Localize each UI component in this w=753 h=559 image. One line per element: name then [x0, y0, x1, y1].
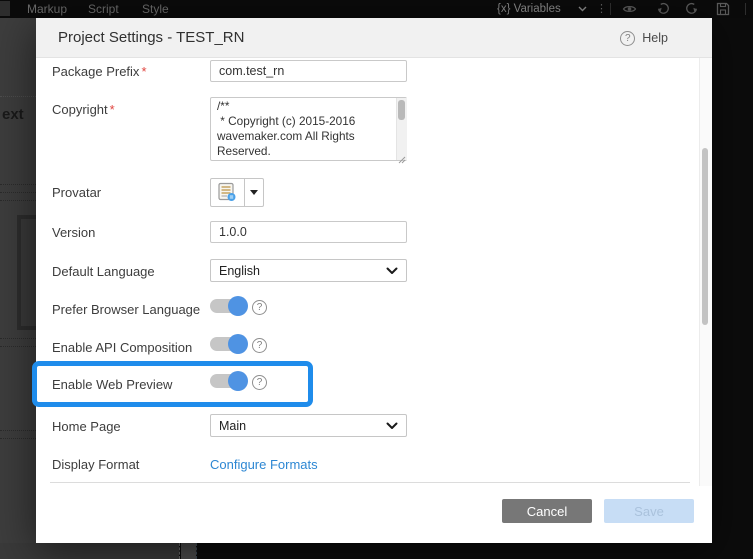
copyright-textarea[interactable]: /** * Copyright (c) 2015-2016 wavemaker.… [210, 97, 407, 161]
textarea-resize-grip[interactable] [398, 151, 406, 169]
canvas-bottom-divider [181, 543, 196, 559]
copyright-label: Copyright* [52, 102, 115, 117]
provatar-image-button[interactable] [210, 178, 245, 207]
canvas-guide-line [0, 96, 36, 97]
canvas-guide-line [0, 346, 36, 347]
provatar-icon [217, 182, 238, 203]
cancel-button[interactable]: Cancel [502, 499, 592, 523]
home-page-select[interactable]: Main [210, 414, 407, 437]
label-text: Copyright [52, 102, 108, 117]
canvas-bottom-area [0, 543, 179, 559]
canvas-guide-line [0, 200, 36, 201]
design-canvas-strip: ext [0, 18, 36, 559]
home-page-label: Home Page [52, 419, 121, 434]
canvas-guide-line [0, 184, 36, 185]
tab-style[interactable]: Style [142, 0, 169, 18]
required-marker: * [141, 64, 146, 79]
prefer-browser-language-label: Prefer Browser Language [52, 302, 200, 317]
version-label: Version [52, 225, 95, 240]
selected-value: Main [219, 419, 246, 433]
prefer-browser-language-help-icon[interactable]: ? [252, 297, 267, 315]
ide-logo [0, 1, 10, 16]
prefer-browser-language-toggle[interactable] [210, 299, 246, 313]
canvas-dashed-edge [196, 543, 197, 559]
configure-formats-link[interactable]: Configure Formats [210, 457, 318, 472]
dialog-header: Project Settings - TEST_RN ? Help [36, 18, 712, 58]
canvas-guide-line [0, 338, 36, 339]
help-button[interactable]: ? Help [620, 18, 668, 58]
question-mark: ? [252, 338, 267, 353]
default-language-select[interactable]: English [210, 259, 407, 282]
undo-icon[interactable] [656, 2, 671, 16]
question-mark: ? [252, 375, 267, 390]
enable-web-preview-toggle[interactable] [210, 374, 246, 388]
textarea-scrollbar-thumb[interactable] [398, 100, 405, 120]
toolbar-divider [610, 3, 611, 15]
package-prefix-label: Package Prefix* [52, 64, 147, 79]
dialog-scrollbar-thumb[interactable] [702, 148, 708, 325]
chevron-down-icon [386, 267, 398, 275]
enable-api-composition-toggle[interactable] [210, 337, 246, 351]
tab-markup[interactable]: Markup [27, 0, 67, 18]
canvas-guide-line [0, 192, 36, 193]
canvas-widget-placeholder [17, 215, 36, 330]
enable-web-preview-label: Enable Web Preview [52, 377, 172, 392]
canvas-guide-line [0, 438, 36, 439]
enable-api-composition-help-icon[interactable]: ? [252, 335, 267, 353]
variables-menu[interactable]: {x} Variables [497, 0, 561, 18]
caret-down-icon [250, 190, 258, 195]
redo-icon[interactable] [684, 2, 699, 16]
canvas-text: ext [2, 106, 24, 123]
toolbar-divider [745, 3, 746, 15]
help-circle-icon: ? [620, 31, 635, 46]
required-marker: * [110, 102, 115, 117]
footer-divider [50, 482, 690, 483]
question-mark: ? [252, 300, 267, 315]
package-prefix-input[interactable] [210, 60, 407, 82]
default-language-label: Default Language [52, 264, 155, 279]
save-button[interactable]: Save [604, 499, 694, 523]
dialog-title: Project Settings - TEST_RN [58, 18, 244, 58]
ide-topbar: Markup Script Style {x} Variables ⋮ [0, 0, 753, 18]
canvas-guide-line [0, 430, 36, 431]
enable-web-preview-help-icon[interactable]: ? [252, 372, 267, 390]
kebab-menu-icon[interactable]: ⋮ [594, 2, 609, 16]
tab-script[interactable]: Script [88, 0, 119, 18]
preview-eye-icon[interactable] [622, 2, 637, 16]
selected-value: English [219, 264, 260, 278]
provatar-picker [210, 178, 264, 207]
help-label: Help [642, 31, 668, 45]
version-input[interactable] [210, 221, 407, 243]
provatar-dropdown-button[interactable] [245, 178, 264, 207]
save-icon[interactable] [716, 2, 731, 16]
canvas-dashed-edge [179, 543, 180, 559]
project-settings-dialog: Project Settings - TEST_RN ? Help Packag… [36, 18, 712, 543]
chevron-down-icon [386, 422, 398, 430]
provatar-label: Provatar [52, 185, 101, 200]
display-format-label: Display Format [52, 457, 139, 472]
label-text: Package Prefix [52, 64, 139, 79]
enable-api-composition-label: Enable API Composition [52, 340, 192, 355]
